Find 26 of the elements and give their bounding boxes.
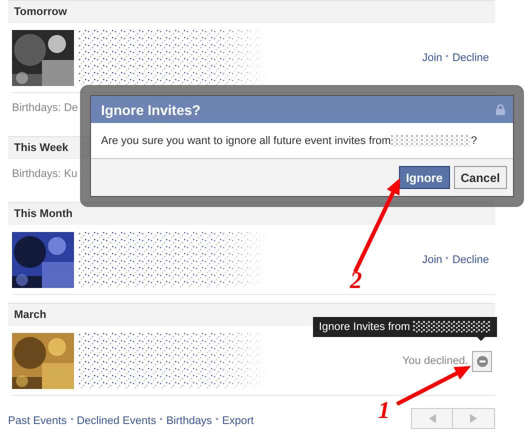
minus-icon bbox=[476, 356, 488, 366]
next-button[interactable] bbox=[453, 408, 495, 429]
section-header: Tomorrow bbox=[8, 0, 495, 23]
left-triangle-icon bbox=[428, 414, 436, 423]
dialog-message: Are you sure you want to ignore all future event invites from bbox=[101, 134, 391, 146]
dialog-button[interactable]: Cancel bbox=[454, 166, 507, 189]
rsvp-status: You declined. bbox=[402, 355, 468, 367]
footer-link[interactable]: Export bbox=[222, 414, 254, 426]
event-action-link[interactable]: Decline bbox=[452, 52, 489, 64]
right-triangle-icon bbox=[470, 414, 477, 423]
footer-link[interactable]: Declined Events bbox=[76, 414, 156, 426]
event-action-link[interactable]: Join bbox=[422, 52, 442, 64]
question-mark: ? bbox=[470, 134, 477, 146]
birthdays-text: Birthdays: De bbox=[12, 102, 78, 114]
footer-link[interactable]: Birthdays bbox=[166, 414, 212, 426]
birthdays-text: Birthdays: Ku bbox=[12, 168, 78, 180]
dialog-button[interactable]: Ignore bbox=[398, 166, 450, 189]
footer-link[interactable]: Past Events bbox=[8, 414, 67, 426]
dialog-title: Ignore Invites? bbox=[101, 102, 201, 118]
lock-icon bbox=[496, 104, 505, 115]
annotation-number: 2 bbox=[350, 268, 362, 294]
previous-button[interactable] bbox=[411, 408, 453, 429]
annotation-number: 1 bbox=[378, 398, 390, 424]
event-action-link[interactable]: Decline bbox=[452, 254, 489, 266]
event-action-link[interactable]: Join bbox=[422, 254, 442, 266]
ignore-invites-button[interactable] bbox=[472, 350, 492, 372]
